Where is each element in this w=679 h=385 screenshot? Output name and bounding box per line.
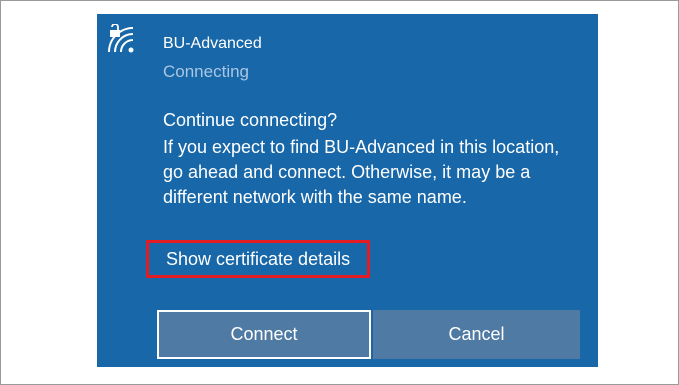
connect-button[interactable]: Connect: [157, 310, 371, 359]
show-certificate-details-link[interactable]: Show certificate details: [146, 240, 371, 278]
wifi-connect-flyout: BU-Advanced Connecting Continue connecti…: [97, 14, 598, 367]
wifi-secured-icon: [105, 23, 135, 54]
cancel-button[interactable]: Cancel: [373, 310, 580, 359]
prompt-message: If you expect to find BU-Advanced in thi…: [163, 137, 560, 207]
network-status: Connecting: [163, 62, 250, 81]
network-name: BU-Advanced: [163, 35, 262, 52]
prompt-title: Continue connecting?: [163, 110, 338, 130]
